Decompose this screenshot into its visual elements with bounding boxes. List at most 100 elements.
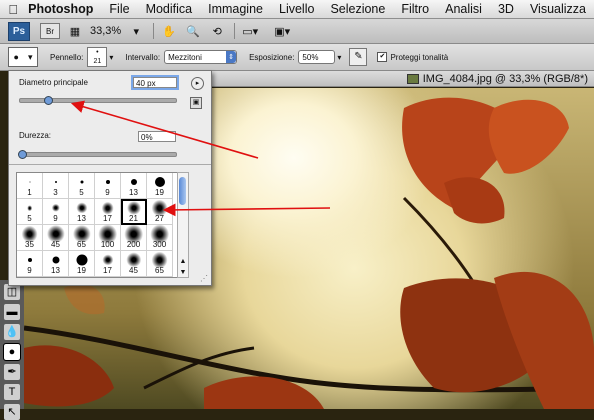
menu-modifica[interactable]: Modifica [138,2,201,16]
preset-scrollbar[interactable]: ▲ ▼ [177,172,189,278]
hardness-slider[interactable] [18,150,177,159]
menu-selezione[interactable]: Selezione [322,2,393,16]
type-tool-icon[interactable]: T [4,384,20,400]
exposure-slider-chevron-icon[interactable]: ▾ [337,53,341,62]
menu-livello[interactable]: Livello [271,2,322,16]
brush-preset[interactable]: 13 [69,199,95,225]
brush-preset[interactable]: 5 [69,173,95,199]
exposure-value: 50% [302,52,319,62]
brush-preset[interactable]: 3 [43,173,69,199]
separator [234,23,236,39]
brush-size-label: 35 [25,240,34,249]
brush-preset[interactable]: 5 [17,199,43,225]
menu-filtro[interactable]: Filtro [393,2,437,16]
apple-menu-icon[interactable]:  [0,2,26,17]
slider-handle[interactable] [18,150,27,159]
divider [9,164,211,165]
brush-preset[interactable]: 45 [121,251,147,277]
eraser-tool-icon[interactable]: ◫ [4,284,20,300]
zoom-dropdown-icon[interactable]: ▾ [127,23,145,39]
scroll-up-arrow-icon[interactable]: ▲ [178,258,188,265]
brush-preset[interactable]: 45 [43,224,69,251]
exposure-input[interactable]: 50% [298,50,336,64]
brush-tip-icon [26,205,33,211]
view-extras-button[interactable]: ▦ [66,23,84,39]
blur-tool-icon[interactable]: 💧 [4,324,20,340]
panel-menu-button[interactable]: ▸ [191,77,204,90]
menu-file[interactable]: File [101,2,137,16]
range-label: Intervallo: [125,52,161,62]
hand-tool-icon[interactable]: ✋ [160,23,178,39]
brush-preset[interactable]: 17 [95,199,121,225]
brush-tip-icon [154,177,165,187]
menu-3d[interactable]: 3D [490,2,522,16]
brush-preset-grid: 1 3 5 9 13 19 5 9 13 17 21 27 35 45 65 100 200 300 9 13 19 17… [16,172,178,278]
brush-preset[interactable]: 200 [121,224,147,251]
options-bar: ● ▾ Pennello: • 21 ▾ Intervallo: Mezzito… [0,44,594,71]
hardness-input[interactable]: 0% [138,131,176,142]
brush-size-label: 13 [51,266,60,275]
brush-preset[interactable]: 19 [147,173,173,199]
new-preset-icon[interactable]: ▣ [190,97,202,109]
application-bar: Ps Br ▦ 33,3% ▾ ✋ 🔍 ⟲ ▭▾ ▣▾ [0,19,594,44]
resize-grip-icon[interactable]: ⋰ [200,274,208,283]
brush-tip-icon [51,203,60,213]
menu-app-photoshop[interactable]: Photoshop [26,2,101,16]
master-diameter-slider[interactable] [19,96,177,105]
brush-preset[interactable]: 1 [17,173,43,199]
brush-preset[interactable]: 100 [95,224,121,251]
select-arrows-icon: ⇕ [226,51,237,63]
scroll-down-arrow-icon[interactable]: ▼ [178,269,188,276]
document-tab[interactable]: IMG_4084.jpg @ 33,3% (RGB/8*) [210,71,594,87]
brush-size-label: 17 [103,266,112,275]
brush-picker-chevron-icon[interactable]: ▾ [109,53,113,62]
master-diameter-label: Diametro principale [19,78,88,87]
menu-visualizza[interactable]: Visualizza [522,2,594,16]
brush-preset[interactable]: 300 [147,224,173,251]
brush-size-value: 21 [93,58,102,65]
arrange-documents-button[interactable]: ▭▾ [241,23,259,39]
slider-handle[interactable] [44,96,54,105]
brush-size-label: 9 [53,214,58,223]
brush-preset[interactable]: 65 [69,224,95,251]
brush-preset[interactable]: 17 [95,251,121,277]
brush-preset[interactable]: 9 [17,251,43,277]
range-select[interactable]: Mezzitoni ⇕ [164,50,238,64]
rotate-view-icon[interactable]: ⟲ [208,23,226,39]
brush-preset[interactable]: 35 [17,225,43,251]
gradient-tool-icon[interactable]: ▬ [4,304,20,320]
brush-tip-icon [27,258,32,262]
pen-tool-icon[interactable]: ✒ [4,364,20,380]
brush-tip-icon [54,181,57,183]
brush-preset[interactable]: 13 [43,251,69,277]
protect-tones-checkbox[interactable]: ✔ [377,52,388,62]
brush-size-label: 200 [126,240,141,249]
document-title: IMG_4084.jpg @ 33,3% (RGB/8*) [422,72,588,85]
brush-tip-icon [52,256,59,264]
path-selection-tool-icon[interactable]: ↖ [4,404,20,420]
airbrush-toggle-icon[interactable]: ✎ [349,48,368,66]
brush-preset[interactable]: 21 [121,199,147,225]
menu-analisi[interactable]: Analisi [437,2,490,16]
brush-preset[interactable]: 19 [69,251,95,277]
brush-preset[interactable]: 13 [121,173,147,199]
dodge-tool-icon: ● [13,52,19,62]
zoom-tool-icon[interactable]: 🔍 [184,23,202,39]
scrollbar-thumb[interactable] [179,177,186,205]
brush-tip-icon [80,180,83,184]
dodge-tool-icon[interactable]: ● [3,343,21,361]
brush-picker-button[interactable]: • 21 [87,47,108,67]
screen-mode-button[interactable]: ▣▾ [273,23,291,39]
launch-bridge-button[interactable]: Br [40,23,60,39]
zoom-level[interactable]: 33,3% [90,25,121,37]
brush-preset[interactable]: 9 [43,199,69,225]
brush-size-label: 5 [79,188,84,197]
brush-preset[interactable]: 65 [147,251,173,277]
menu-immagine[interactable]: Immagine [200,2,271,16]
brush-preset[interactable]: 9 [95,173,121,199]
brush-tip-icon [101,254,114,266]
master-diameter-input[interactable]: 40 px [131,75,179,90]
brush-preset[interactable]: 27 [147,199,173,225]
tool-preset-picker[interactable]: ● ▾ [8,47,38,67]
brush-picker-panel: Diametro principale 40 px ▸ ▣ Durezza: 0… [8,70,212,286]
